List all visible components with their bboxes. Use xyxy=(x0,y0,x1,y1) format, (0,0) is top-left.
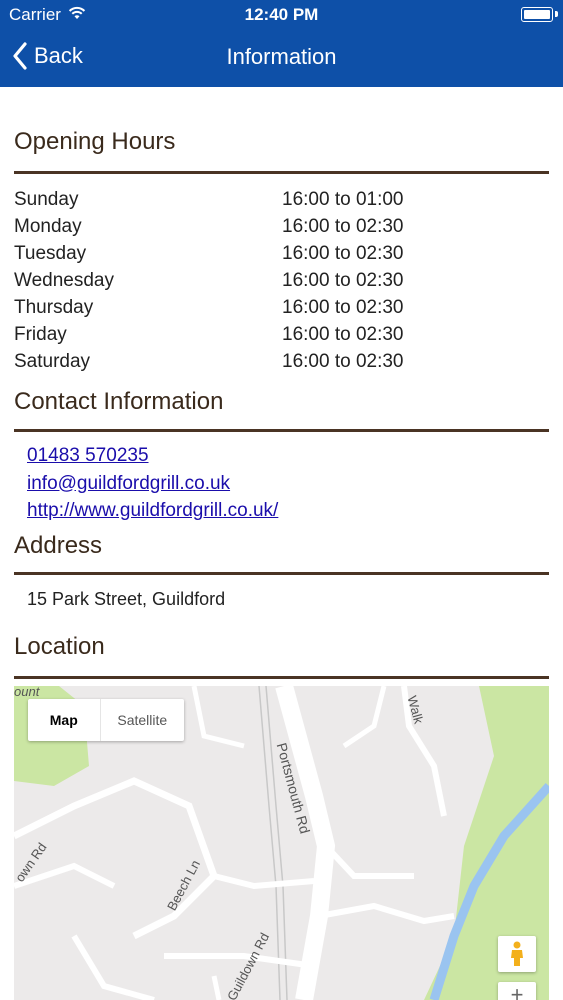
hours-value: 16:00 to 02:30 xyxy=(282,297,404,318)
day-label: Monday xyxy=(14,216,82,237)
hours-value: 16:00 to 02:30 xyxy=(282,216,404,237)
location-heading: Location xyxy=(14,632,105,660)
location-map[interactable]: Map Satellite Portsmouth Rd Beech Ln Gui… xyxy=(14,686,549,1000)
status-bar: Carrier 12:40 PM xyxy=(0,0,563,30)
hours-row: Monday 16:00 to 02:30 xyxy=(14,213,549,240)
hours-value: 16:00 to 02:30 xyxy=(282,243,404,264)
phone-link[interactable]: 01483 570235 xyxy=(27,442,549,470)
hours-row: Sunday 16:00 to 01:00 xyxy=(14,186,549,213)
day-label: Saturday xyxy=(14,351,91,372)
hours-value: 16:00 to 02:30 xyxy=(282,351,404,372)
section-divider xyxy=(14,675,549,679)
street-view-pegman-button[interactable] xyxy=(498,936,536,972)
hours-row: Wednesday 16:00 to 02:30 xyxy=(14,267,549,294)
map-type-toggle: Map Satellite xyxy=(28,699,184,741)
page-title: Information xyxy=(226,44,337,69)
info-content: Opening Hours Sunday 16:00 to 01:00 Monda… xyxy=(14,87,549,679)
hours-list: Sunday 16:00 to 01:00 Monday 16:00 to 02:3… xyxy=(14,186,549,375)
day-label: Wednesday xyxy=(14,270,114,291)
map-view-button[interactable]: Map xyxy=(28,699,101,741)
contact-heading: Contact Information xyxy=(14,388,224,415)
navigation-bar: Back Information xyxy=(0,30,563,87)
day-label: Friday xyxy=(14,324,67,345)
hours-value: 16:00 to 02:30 xyxy=(282,270,404,291)
clock: 12:40 PM xyxy=(244,5,319,24)
hours-row: Saturday 16:00 to 02:30 xyxy=(14,348,549,375)
map-place-label: ount xyxy=(14,686,40,699)
address-heading: Address xyxy=(14,531,103,559)
hours-value: 16:00 to 01:00 xyxy=(282,189,404,210)
satellite-view-button[interactable]: Satellite xyxy=(101,699,184,741)
address-text: 15 Park Street, Guildford xyxy=(27,588,226,609)
pegman-icon xyxy=(511,941,523,966)
hours-row: Thursday 16:00 to 02:30 xyxy=(14,294,549,321)
zoom-in-button[interactable]: + xyxy=(498,982,536,1000)
battery-tip xyxy=(555,11,558,17)
website-link[interactable]: http://www.guildfordgrill.co.uk/ xyxy=(27,497,549,525)
email-link[interactable]: info@guildfordgrill.co.uk xyxy=(27,470,549,498)
opening-hours-heading: Opening Hours xyxy=(14,128,176,155)
hours-row: Tuesday 16:00 to 02:30 xyxy=(14,240,549,267)
battery-icon xyxy=(521,7,553,22)
day-label: Sunday xyxy=(14,189,79,210)
hours-row: Friday 16:00 to 02:30 xyxy=(14,321,549,348)
hours-value: 16:00 to 02:30 xyxy=(282,324,404,345)
day-label: Tuesday xyxy=(14,243,87,264)
day-label: Thursday xyxy=(14,297,94,318)
